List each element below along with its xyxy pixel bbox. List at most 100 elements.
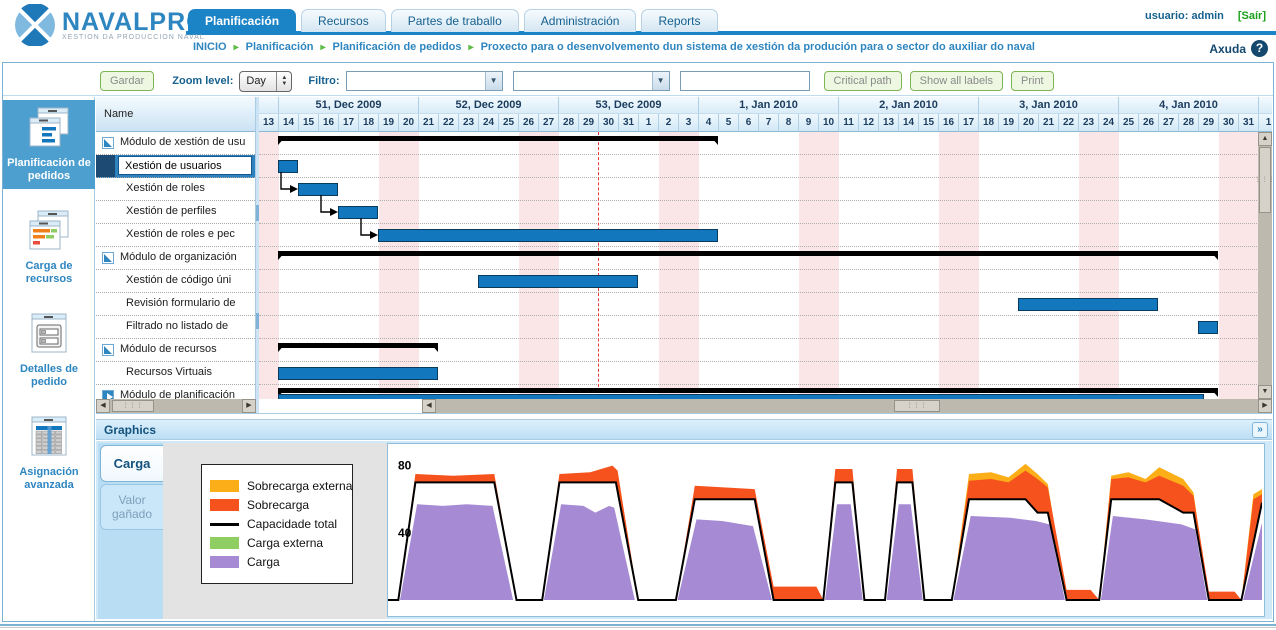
sidebar-item-detalles-de-pedido[interactable]: Detalles de pedido (3, 306, 95, 395)
tab-recursos[interactable]: Recursos (301, 9, 386, 32)
expand-node-icon[interactable] (102, 390, 114, 399)
day-header-cell: 25 (1119, 114, 1139, 132)
task-row-modulo-de-planificacion[interactable]: Módulo de planificación (96, 385, 255, 399)
scroll-left-icon[interactable]: ◀ (96, 399, 110, 413)
collapse-node-icon[interactable] (102, 344, 114, 356)
day-header-cell: 11 (839, 114, 859, 132)
day-header-cell: 20 (1019, 114, 1039, 132)
filter-select-2[interactable]: ▼ (513, 71, 670, 91)
task-row-modulo-de-recursos[interactable]: Módulo de recursos (96, 339, 255, 362)
week-header-cell (1259, 97, 1272, 114)
task-row-recursos-virtuais[interactable]: Recursos Virtuais (96, 362, 255, 385)
help-icon[interactable]: ? (1251, 40, 1268, 57)
help-link[interactable]: Axuda ? (1209, 40, 1268, 57)
task-name-label: Filtrado no listado de (126, 320, 228, 332)
dropdown-arrow-icon[interactable]: ▼ (485, 72, 502, 90)
day-header-cell: 23 (1079, 114, 1099, 132)
tab-planificacion[interactable]: Planificación (188, 9, 296, 32)
legend-item-carga-externa: Carga externa (210, 536, 344, 550)
day-header-cell: 19 (999, 114, 1019, 132)
name-horizontal-scrollbar[interactable]: ◀ ⋮⋮⋮ ▶ (96, 399, 256, 413)
scrollbar-thumb[interactable]: ⋮⋮⋮ (894, 400, 940, 412)
gantt-pages-icon (26, 141, 72, 153)
sidebar-item-asignacion-avanzada[interactable]: Asignación avanzada (3, 409, 95, 498)
sidebar-item-label: Detalles de pedido (5, 363, 93, 389)
dependency-links (259, 132, 1272, 399)
week-header-cell: 3, Jan 2010 (979, 97, 1119, 114)
day-header-cell: 29 (579, 114, 599, 132)
breadcrumb-item-planificacion-de-pedidos[interactable]: Planificación de pedidos (333, 41, 462, 53)
week-header-row: 51, Dec 200952, Dec 200953, Dec 20091, J… (259, 97, 1272, 114)
scroll-right-icon[interactable]: ▶ (1258, 399, 1272, 413)
dependency-arrow-icon (370, 231, 378, 239)
user-box: usuario: admin[Saír] (1145, 10, 1266, 22)
graphics-tab-valor-ganado[interactable]: Valorgañado (100, 484, 163, 530)
spinner-arrows-icon[interactable]: ▲▼ (276, 72, 291, 91)
scroll-left-icon[interactable]: ◀ (422, 399, 436, 413)
legend-item-carga: Carga (210, 555, 344, 569)
day-header-cell: 4 (699, 114, 719, 132)
zoom-level-spinner[interactable]: Day ▲▼ (239, 71, 292, 92)
load-chart-area: 8040 (387, 443, 1265, 617)
filter-text-input[interactable] (680, 71, 810, 91)
critical-path-button[interactable]: Critical path (824, 71, 902, 91)
gantt-chart-panel: 51, Dec 200952, Dec 200953, Dec 20091, J… (259, 97, 1272, 413)
dropdown-arrow-icon[interactable]: ▼ (652, 72, 669, 90)
gantt-horizontal-scrollbar[interactable]: ◀ ⋮⋮⋮ ▶ (422, 399, 1272, 413)
task-row-xestion-de-perfiles[interactable]: Xestión de perfiles (96, 201, 255, 224)
day-header-cell: 29 (1199, 114, 1219, 132)
gantt-rows-viewport: ▲ ⋮⋮⋮ ▼ (259, 132, 1272, 399)
tab-reports[interactable]: Reports (641, 9, 717, 32)
scroll-right-icon[interactable]: ▶ (242, 399, 256, 413)
scrollbar-thumb[interactable]: ⋮⋮⋮ (112, 400, 154, 412)
task-row-xestion-de-roles-e-pec[interactable]: Xestión de roles e pec (96, 224, 255, 247)
day-header-cell: 14 (279, 114, 299, 132)
save-button[interactable]: Gardar (100, 71, 154, 91)
day-header-cell: 30 (599, 114, 619, 132)
collapse-node-icon[interactable] (102, 252, 114, 264)
task-name-label: Módulo de xestión de usu (120, 136, 245, 148)
gantt-vertical-scrollbar[interactable]: ▲ ⋮⋮⋮ ▼ (1258, 132, 1272, 399)
day-header-cell: 18 (359, 114, 379, 132)
breadcrumb-item-proxecto-para-o-desenvol[interactable]: Proxecto para o desenvolvemento dun sist… (481, 41, 1035, 53)
scroll-up-icon[interactable]: ▲ (1258, 132, 1272, 146)
breadcrumb-item-inicio[interactable]: INICIO (193, 41, 227, 53)
tab-administracion[interactable]: Administración (524, 9, 637, 32)
tab-partes-de-traballo[interactable]: Partes de traballo (391, 9, 519, 32)
show-all-labels-button[interactable]: Show all labels (910, 71, 1003, 91)
filter-select-1[interactable]: ▼ (346, 71, 503, 91)
load-chart-svg: 8040 (388, 444, 1262, 620)
name-column-header: Name (96, 97, 256, 132)
legend-swatch-icon (210, 523, 239, 526)
legend-label: Carga externa (247, 536, 323, 550)
day-header-cell: 21 (1039, 114, 1059, 132)
content-frame: Gardar Zoom level: Day ▲▼ Filtro: ▼ ▼ Cr… (2, 62, 1274, 622)
print-button[interactable]: Print (1011, 71, 1054, 91)
graphics-tab-carga[interactable]: Carga (100, 445, 163, 482)
sidebar-item-carga-de-recursos[interactable]: Carga de recursos (3, 203, 95, 292)
task-row-xestion-de-roles[interactable]: Xestión de roles (96, 178, 255, 201)
task-row-modulo-de-organizacion[interactable]: Módulo de organización (96, 247, 255, 270)
task-row-modulo-de-xestion-de-usu[interactable]: Módulo de xestión de usu (96, 132, 255, 155)
footer-divider (0, 624, 1276, 626)
task-row-filtrado-no-listado-de[interactable]: Filtrado no listado de (96, 316, 255, 339)
day-header-row: 1314151617181920212223242526272829303112… (259, 114, 1272, 132)
dependency-arrow-icon (330, 208, 338, 216)
task-row-revision-formulario-de[interactable]: Revisión formulario de (96, 293, 255, 316)
legend-swatch-icon (210, 499, 239, 511)
week-header-cell: 52, Dec 2009 (419, 97, 559, 114)
week-header-cell (259, 97, 279, 114)
collapse-node-icon[interactable] (102, 137, 114, 149)
task-row-xestion-de-codigo-uni[interactable]: Xestión de código úni (96, 270, 255, 293)
day-header-cell: 5 (719, 114, 739, 132)
sidebar-item-planificacion-de-pedidos[interactable]: Planificación de pedidos (3, 100, 95, 189)
day-header-cell: 27 (539, 114, 559, 132)
breadcrumb-item-planificacion[interactable]: Planificación (246, 41, 314, 53)
day-header-cell: 22 (439, 114, 459, 132)
task-name-label: Xestión de roles (126, 182, 205, 194)
collapse-panel-icon[interactable]: » (1252, 422, 1268, 438)
scroll-down-icon[interactable]: ▼ (1258, 385, 1272, 399)
scrollbar-thumb[interactable]: ⋮⋮⋮ (1259, 147, 1271, 213)
task-row-xestion-de-usuarios[interactable]: Xestión de usuarios (96, 155, 255, 178)
logout-link[interactable]: [Saír] (1238, 10, 1266, 22)
